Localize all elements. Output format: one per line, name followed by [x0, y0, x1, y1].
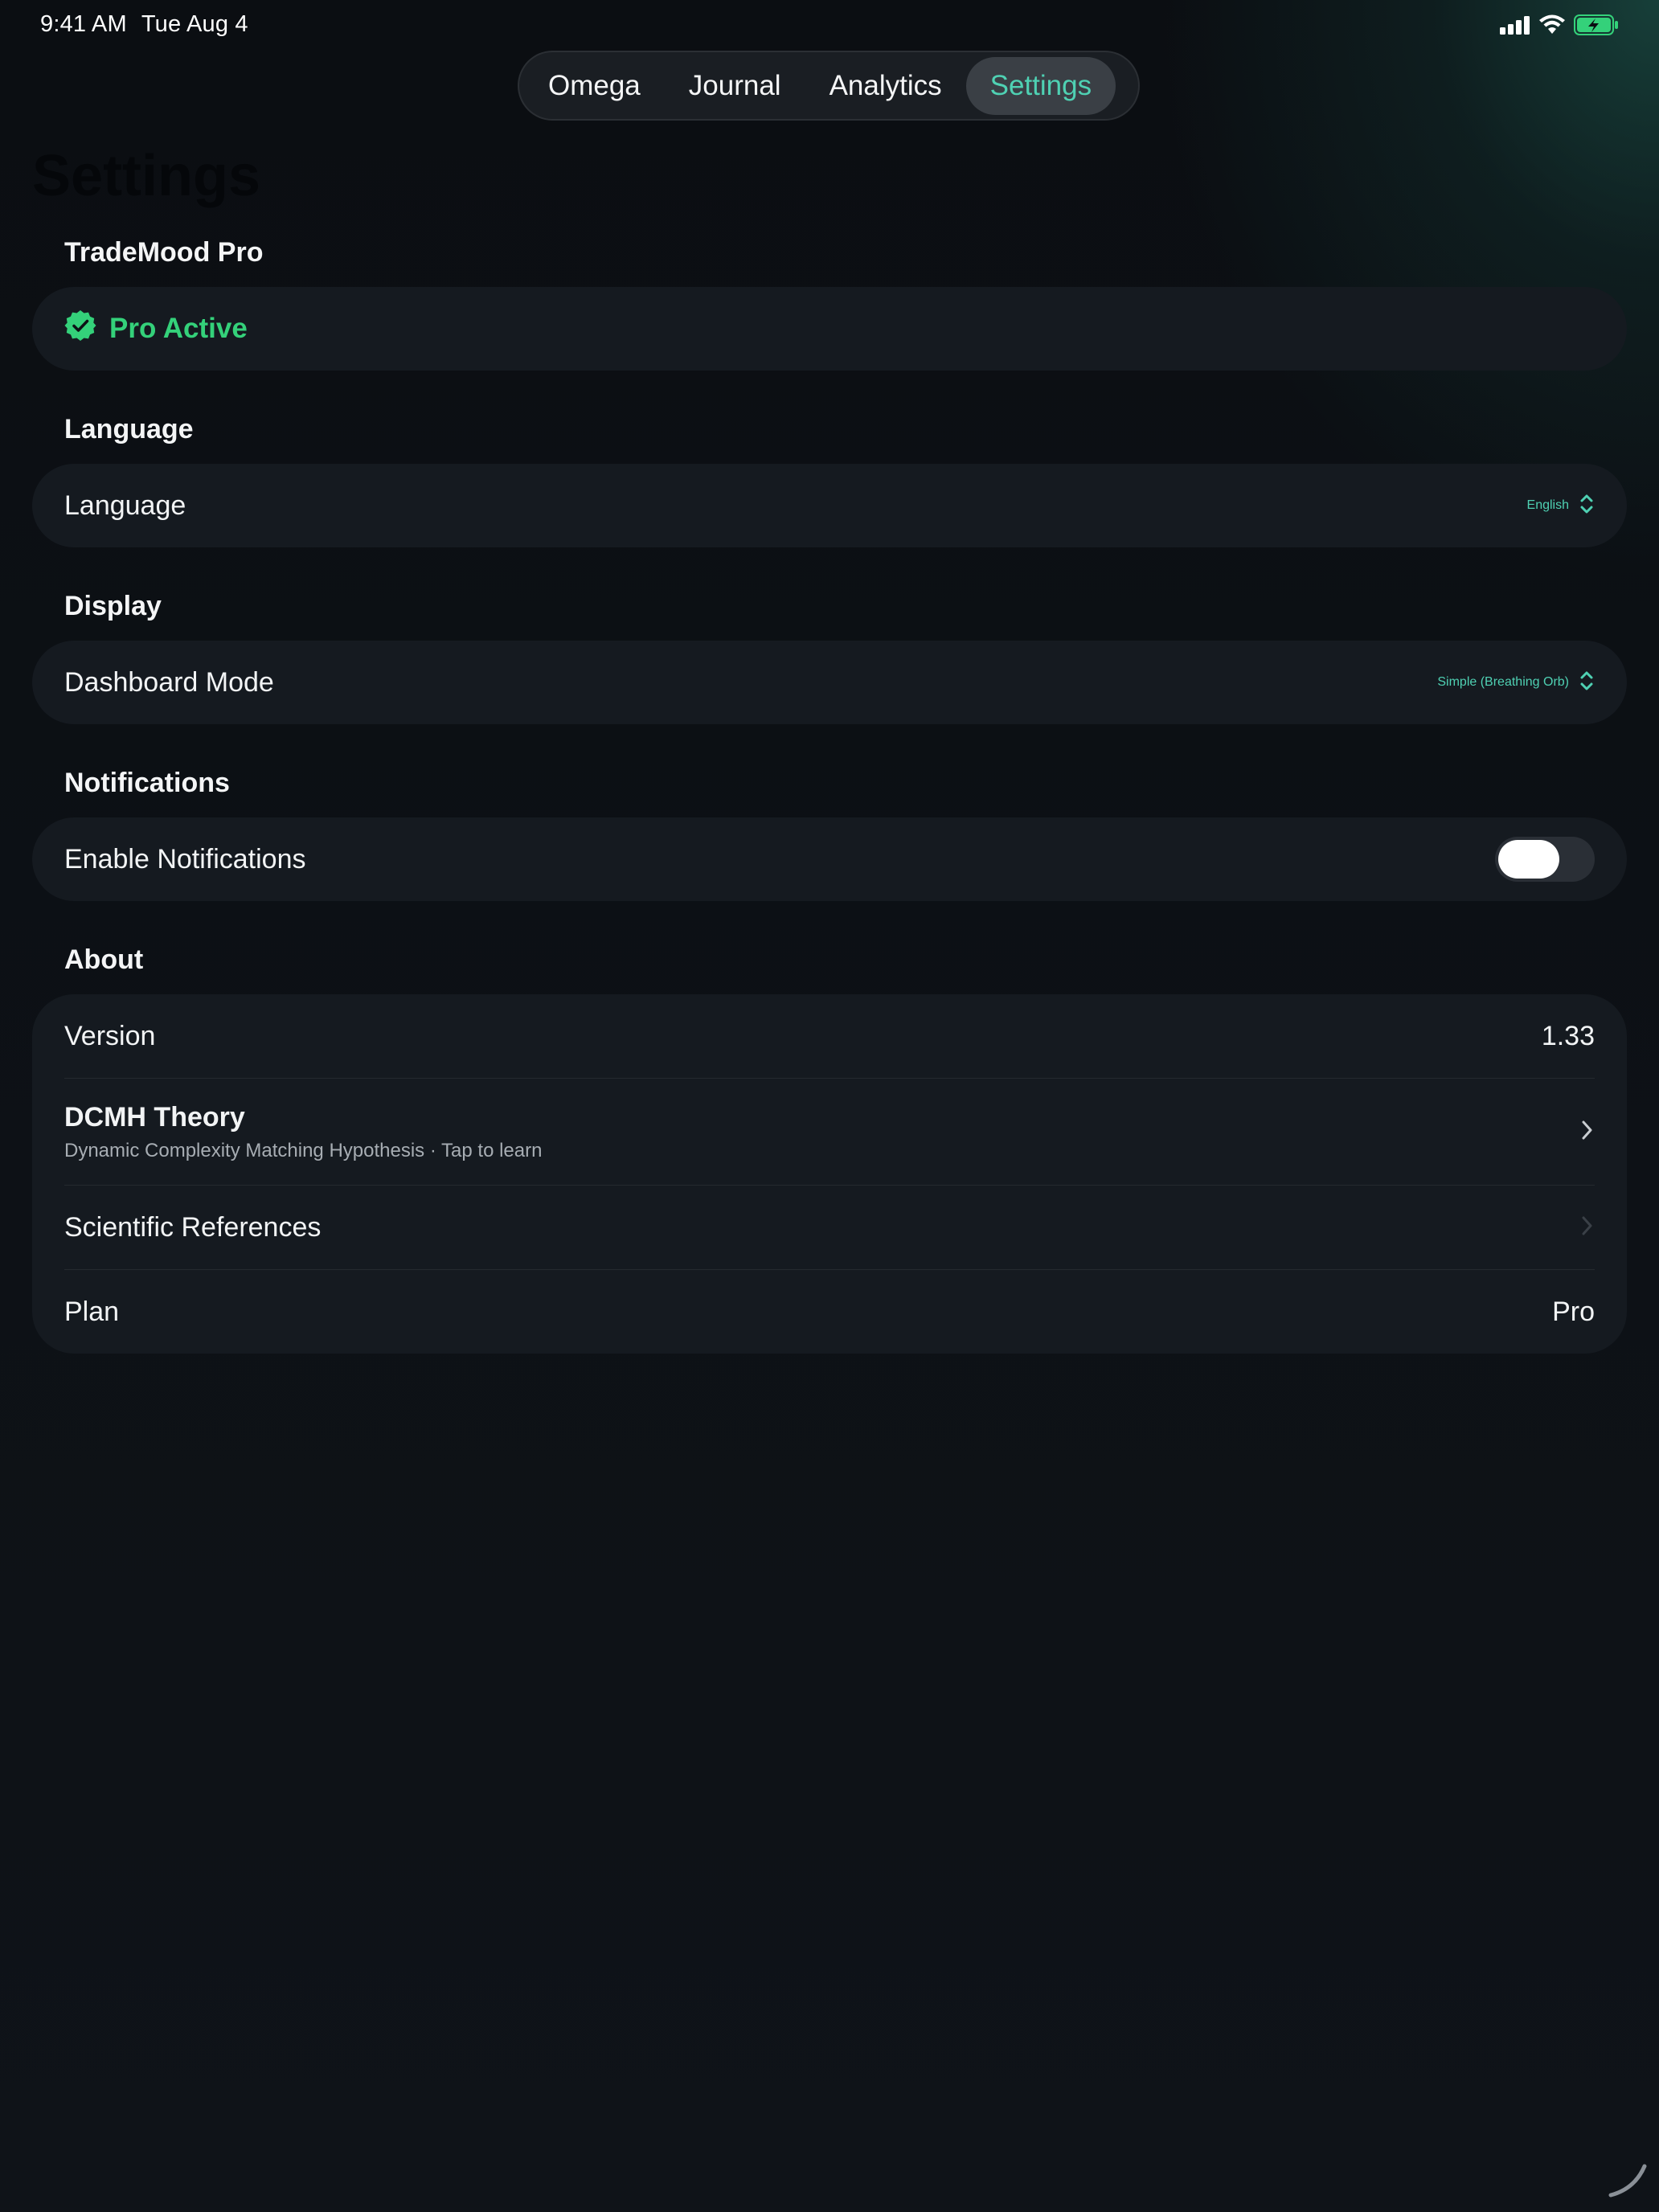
notifications-toggle[interactable]: [1495, 837, 1595, 882]
plan-value: Pro: [1552, 1296, 1595, 1327]
language-card: Language English: [32, 464, 1627, 547]
plan-row: Plan Pro: [32, 1270, 1627, 1354]
tab-settings[interactable]: Settings: [965, 56, 1116, 115]
page-title: Settings: [32, 144, 261, 208]
status-bar-time: 9:41 AM Tue Aug 4: [40, 11, 248, 38]
verified-badge-icon: [64, 309, 96, 349]
dcmh-text: DCMH Theory Dynamic Complexity Matching …: [64, 1102, 542, 1162]
chevron-up-down-icon: [1579, 669, 1595, 697]
cellular-signal-icon: [1500, 15, 1530, 39]
language-row[interactable]: Language English: [32, 464, 1627, 547]
notifications-card: Enable Notifications: [32, 817, 1627, 901]
status-time: 9:41 AM: [40, 11, 127, 37]
about-card: Version 1.33 DCMH Theory Dynamic Complex…: [32, 994, 1627, 1354]
chevron-right-icon: [1580, 1214, 1595, 1242]
dcmh-theory-row[interactable]: DCMH Theory Dynamic Complexity Matching …: [32, 1079, 1627, 1185]
dcmh-title: DCMH Theory: [64, 1101, 245, 1133]
tab-analytics[interactable]: Analytics: [805, 57, 966, 115]
top-tab-bar: Omega Journal Analytics Settings: [518, 51, 1140, 121]
plan-label: Plan: [64, 1296, 120, 1327]
version-row: Version 1.33: [32, 994, 1627, 1078]
language-label: Language: [64, 490, 186, 521]
version-label: Version: [64, 1020, 156, 1051]
tab-omega[interactable]: Omega: [524, 57, 665, 115]
notifications-row: Enable Notifications: [32, 817, 1627, 901]
section-header-notifications: Notifications: [64, 768, 230, 798]
dashboard-mode-label: Dashboard Mode: [64, 666, 274, 698]
section-header-pro: TradeMood Pro: [64, 237, 264, 268]
dashboard-mode-value: Simple (Breathing Orb): [1437, 675, 1569, 689]
language-picker[interactable]: English: [1527, 492, 1595, 520]
scientific-references-label: Scientific References: [64, 1211, 322, 1243]
tab-journal[interactable]: Journal: [665, 57, 805, 115]
pro-status-card: Pro Active: [32, 287, 1627, 371]
wifi-icon: [1538, 14, 1566, 39]
chevron-right-icon: [1580, 1118, 1595, 1146]
pro-status-row: Pro Active: [32, 287, 1627, 371]
dashboard-mode-picker[interactable]: Simple (Breathing Orb): [1437, 669, 1595, 697]
scientific-references-row[interactable]: Scientific References: [32, 1186, 1627, 1269]
status-icons: [1500, 14, 1619, 39]
version-value: 1.33: [1541, 1020, 1595, 1051]
language-value: English: [1526, 498, 1569, 512]
status-date: Tue Aug 4: [141, 11, 248, 37]
section-header-display: Display: [64, 591, 162, 621]
dcmh-subtitle: Dynamic Complexity Matching Hypothesis ·…: [64, 1139, 543, 1161]
toggle-knob: [1498, 840, 1559, 879]
display-card: Dashboard Mode Simple (Breathing Orb): [32, 641, 1627, 724]
pro-active-label: Pro Active: [109, 313, 248, 344]
chevron-up-down-icon: [1579, 492, 1595, 520]
notifications-label: Enable Notifications: [64, 843, 306, 875]
section-header-about: About: [64, 944, 144, 975]
pro-active-status: Pro Active: [64, 309, 248, 349]
corner-resize-handle[interactable]: [1606, 2155, 1651, 2204]
section-header-language: Language: [64, 414, 194, 444]
dashboard-mode-row[interactable]: Dashboard Mode Simple (Breathing Orb): [32, 641, 1627, 724]
battery-charging-icon: [1574, 14, 1619, 39]
